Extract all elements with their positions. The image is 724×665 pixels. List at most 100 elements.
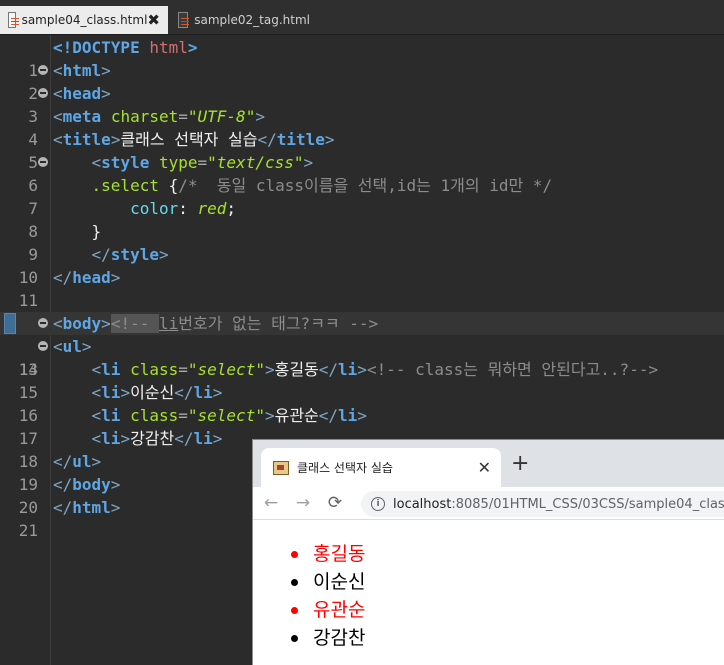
code-comment: <!-- <box>110 314 159 333</box>
code-line: 8 color: red; <box>0 197 724 241</box>
code-token: li <box>101 429 121 448</box>
code-token: red <box>197 199 227 218</box>
code-line: 12 <box>0 289 724 333</box>
code-line: 10 </style> <box>0 243 724 287</box>
fold-toggle-icon[interactable] <box>38 157 48 167</box>
html-file-icon <box>178 12 190 28</box>
code-comment: 번호가 없는 태그?ㅋㅋ --> <box>178 314 379 333</box>
code-token: style <box>110 245 159 264</box>
list-item: 유관순 <box>291 596 365 624</box>
rendered-list: 홍길동 이순신 유관순 강감찬 <box>291 540 365 652</box>
line-number: 21 <box>18 521 38 540</box>
code-line: 11 </head> <box>0 266 724 310</box>
code-token: charset <box>110 107 179 126</box>
code-token: li <box>193 383 213 402</box>
html-file-icon <box>8 12 19 28</box>
editor-tab-bar: sample04_class.html ✖ sample02_tag.html <box>0 0 724 35</box>
code-token: ul <box>72 452 92 471</box>
code-token: { <box>158 176 179 195</box>
code-token: li <box>101 406 121 425</box>
code-line: 9 } <box>0 220 724 264</box>
url-host: localhost <box>393 496 452 512</box>
code-line: 16 <li>이순신</li> <box>0 381 724 425</box>
close-icon[interactable]: ✕ <box>478 458 491 477</box>
back-icon[interactable]: ← <box>257 493 285 513</box>
code-line: 2 <html> <box>0 59 724 103</box>
code-token: 강감찬 <box>130 429 175 448</box>
browser-tab-strip: 클래스 선택자 실습 ✕ + <box>253 440 724 487</box>
tab-label: sample04_class.html <box>21 13 148 27</box>
tab-label: sample02_tag.html <box>194 13 310 27</box>
code-token: head <box>72 268 111 287</box>
code-token: : <box>178 199 198 218</box>
code-token: ; <box>226 199 237 218</box>
info-icon[interactable]: i <box>371 497 385 511</box>
code-token: .select <box>91 176 159 195</box>
code-token: li <box>338 360 358 379</box>
code-comment: /* 동일 class이름을 선택,id는 1개의 id만 */ <box>178 176 553 195</box>
code-token: 클래스 선택자 실습 <box>120 130 258 149</box>
fold-toggle-icon[interactable] <box>38 65 48 75</box>
code-token: li <box>338 406 358 425</box>
favicon-icon <box>273 460 289 475</box>
code-token: "UTF-8" <box>187 107 256 126</box>
code-line-current: 13 <body><!-- li번호가 없는 태그?ㅋㅋ --> <box>0 312 724 379</box>
code-token: style <box>101 153 150 172</box>
list-item: 이순신 <box>291 568 365 596</box>
address-bar[interactable]: i localhost:8085/01HTML_CSS/03CSS/sample… <box>361 491 724 517</box>
code-token: "text/css" <box>207 153 304 172</box>
list-item: 홍길동 <box>291 540 365 568</box>
code-line: 17 <li class="select">유관순</li> <box>0 404 724 448</box>
list-item: 강감찬 <box>291 624 365 652</box>
code-token: "select" <box>187 360 265 379</box>
code-token: li <box>101 360 121 379</box>
code-token: body <box>72 475 111 494</box>
code-token: ul <box>62 337 82 356</box>
code-token: class <box>130 406 179 425</box>
reload-icon[interactable]: ⟳ <box>321 493 349 513</box>
code-comment: <!-- class는 뭐하면 안된다고..?--> <box>366 360 659 379</box>
code-token: color <box>130 199 179 218</box>
browser-window: 클래스 선택자 실습 ✕ + ← → ⟳ i localhost:8085/01… <box>252 439 724 665</box>
code-token: <!DOCTYPE <box>53 38 140 57</box>
code-token: head <box>62 84 102 103</box>
code-token: title <box>276 130 325 149</box>
code-token: meta <box>62 107 102 126</box>
code-line: 1 <!DOCTYPE html> <box>0 36 724 80</box>
code-token: html <box>72 498 111 517</box>
fold-toggle-icon[interactable] <box>38 88 48 98</box>
code-token: type <box>158 153 198 172</box>
code-token: "select" <box>187 406 265 425</box>
code-token: li <box>101 383 121 402</box>
code-token: html <box>62 61 102 80</box>
code-line: 5 <title>클래스 선택자 실습</title> <box>0 128 724 172</box>
code-comment: li <box>158 314 179 333</box>
code-line: 7 .select {/* 동일 class이름을 선택,id는 1개의 id만… <box>0 174 724 218</box>
code-token: 홍길동 <box>274 360 319 379</box>
code-token: 이순신 <box>130 383 175 402</box>
code-line: 6 <style type="text/css"> <box>0 151 724 195</box>
code-token: title <box>62 130 111 149</box>
code-token: } <box>91 222 102 241</box>
code-token: class <box>130 360 179 379</box>
tab-sample04-class[interactable]: sample04_class.html ✖ <box>0 6 168 34</box>
code-token: 유관순 <box>274 406 319 425</box>
tab-sample02-tag[interactable]: sample02_tag.html <box>170 6 310 34</box>
code-token: body <box>62 314 102 333</box>
forward-icon[interactable]: → <box>289 493 317 513</box>
code-token: > <box>187 38 198 57</box>
url-path: :8085/01HTML_CSS/03CSS/sample04_class.ht… <box>451 496 724 512</box>
change-marker-icon <box>4 313 16 334</box>
browser-toolbar: ← → ⟳ i localhost:8085/01HTML_CSS/03CSS/… <box>253 487 724 520</box>
fold-toggle-icon[interactable] <box>38 341 48 351</box>
code-line: 3 <head> <box>0 82 724 126</box>
browser-tab[interactable]: 클래스 선택자 실습 ✕ <box>261 448 501 487</box>
code-line: 14 <ul> <box>0 335 724 379</box>
close-icon[interactable]: ✖ <box>147 11 160 29</box>
page-content: 홍길동 이순신 유관순 강감찬 <box>253 520 724 665</box>
browser-tab-title: 클래스 선택자 실습 <box>297 461 393 475</box>
fold-toggle-icon[interactable] <box>38 318 48 328</box>
code-line: 4 <meta charset="UTF-8"> <box>0 105 724 149</box>
new-tab-icon[interactable]: + <box>511 452 529 476</box>
code-line: 15 <li class="select">홍길동</li><!-- class… <box>0 358 724 402</box>
